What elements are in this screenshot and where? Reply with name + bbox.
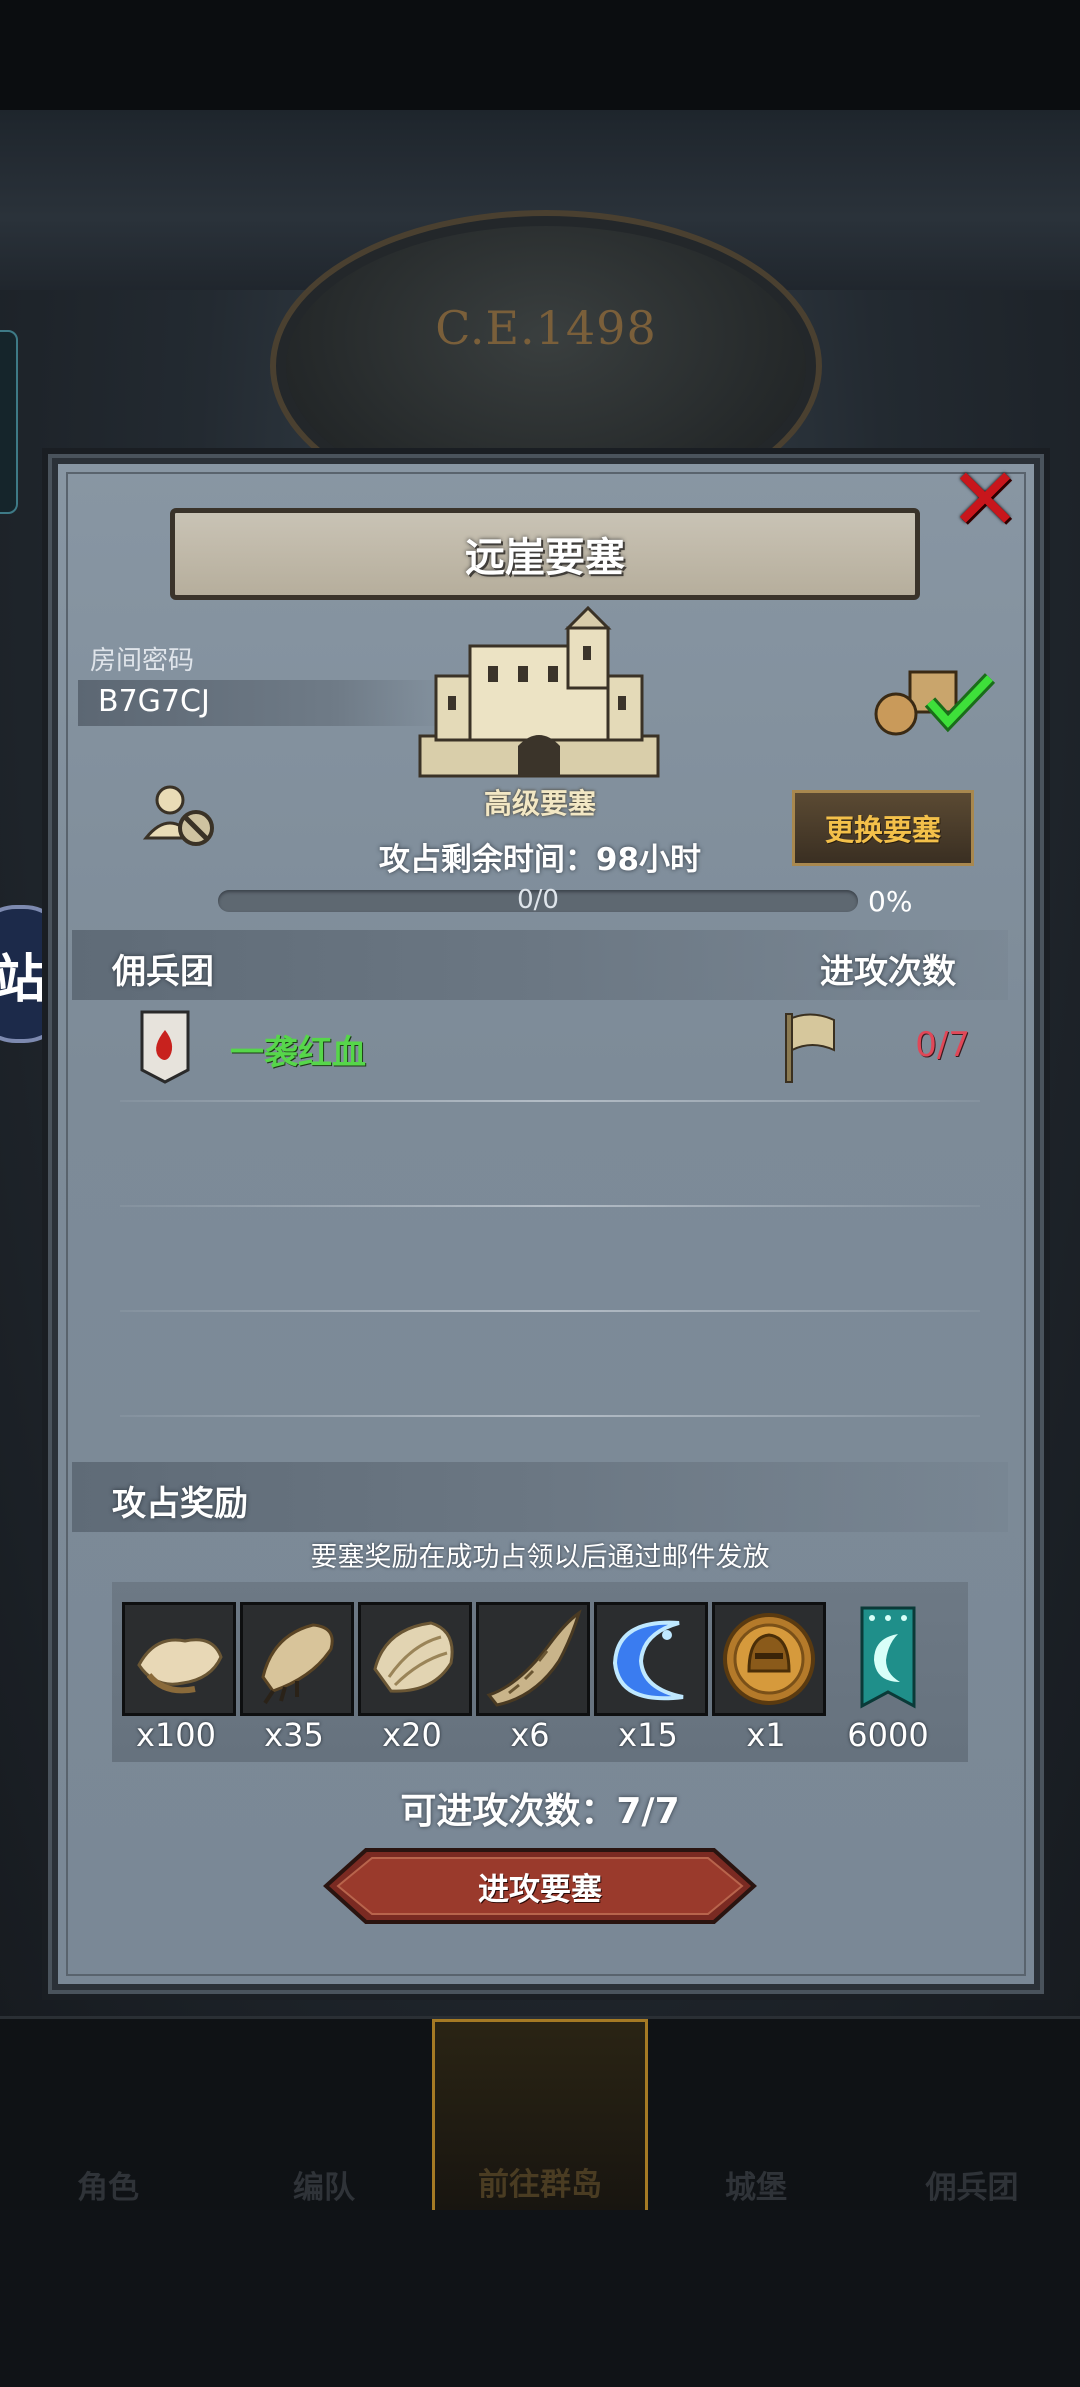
blue-crescent-icon bbox=[612, 1620, 684, 1701]
reward-qty: 6000 bbox=[847, 1716, 929, 1754]
reward-item-shell[interactable] bbox=[358, 1602, 472, 1716]
reward-qty: x35 bbox=[264, 1716, 324, 1754]
fur-pelt-icon bbox=[137, 1638, 223, 1694]
room-password-value: B7G7CJ bbox=[98, 684, 210, 719]
guild-emblem-icon bbox=[140, 1010, 190, 1084]
user-ban-icon[interactable] bbox=[140, 780, 220, 850]
fortress-type: 高级要塞 bbox=[483, 787, 596, 820]
nav-label: 角色 bbox=[77, 2170, 139, 2206]
nav-label: 编队 bbox=[293, 2170, 355, 2206]
reward-bag-icon[interactable] bbox=[870, 660, 1000, 740]
nav-item-character[interactable]: 角色 bbox=[0, 2019, 216, 2213]
change-fortress-button[interactable]: 更换要塞 bbox=[792, 790, 974, 866]
capture-time-remaining: 攻占剩余时间：98小时 bbox=[378, 842, 702, 878]
reward-qty: x20 bbox=[382, 1716, 442, 1754]
reward-qty: x6 bbox=[510, 1716, 550, 1754]
mercenary-section-title: 佣兵团 bbox=[112, 952, 214, 992]
attack-count-header: 进攻次数 bbox=[820, 952, 956, 992]
nav-item-formation[interactable]: 编队 bbox=[216, 2019, 432, 2213]
reward-item-crescent[interactable] bbox=[594, 1602, 708, 1716]
row-divider bbox=[120, 1310, 980, 1312]
reward-section-title: 攻占奖励 bbox=[112, 1484, 248, 1524]
reward-item-fur[interactable] bbox=[122, 1602, 236, 1716]
claw-icon bbox=[261, 1623, 334, 1705]
nav-item-mercenary[interactable]: 佣兵团 bbox=[864, 2019, 1080, 2213]
helmet-coin-icon bbox=[723, 1613, 815, 1705]
calendar-year: C.E.1498 bbox=[435, 301, 657, 355]
attack-fortress-button[interactable]: 进攻要塞 bbox=[322, 1846, 758, 1926]
dialog-title: 远崖要塞 bbox=[170, 508, 920, 600]
remaining-attacks: 可进攻次数：7/7 bbox=[400, 1791, 680, 1832]
bottom-band bbox=[0, 2210, 1080, 2387]
row-divider bbox=[120, 1100, 980, 1102]
flag-icon bbox=[785, 1013, 835, 1083]
reward-item-horn[interactable] bbox=[476, 1602, 590, 1716]
room-password-label: 房间密码 bbox=[90, 646, 195, 676]
capture-progress-percent: 0% bbox=[868, 885, 913, 918]
guild-attack-count: 0/7 bbox=[915, 1025, 970, 1065]
nav-label: 佣兵团 bbox=[925, 2170, 1019, 2206]
reward-qty: x1 bbox=[746, 1716, 786, 1754]
shell-icon bbox=[373, 1621, 454, 1693]
nav-item-castle[interactable]: 城堡 bbox=[648, 2019, 864, 2213]
horn-icon bbox=[486, 1609, 582, 1707]
reward-item-guild-banner[interactable] bbox=[834, 1602, 942, 1710]
left-edge-tab[interactable] bbox=[0, 330, 18, 514]
row-divider bbox=[120, 1415, 980, 1417]
nav-label: 前往群岛 bbox=[478, 2167, 602, 2203]
attack-button-label: 进攻要塞 bbox=[478, 1871, 602, 1908]
reward-qty: x15 bbox=[618, 1716, 678, 1754]
nav-label: 城堡 bbox=[725, 2170, 787, 2206]
close-icon: ✕ bbox=[948, 450, 1022, 550]
reward-note: 要塞奖励在成功占领以后通过邮件发放 bbox=[310, 1542, 770, 1573]
castle-icon bbox=[418, 606, 660, 778]
guild-banner-icon bbox=[860, 1606, 916, 1709]
reward-qty: x100 bbox=[135, 1716, 216, 1754]
reward-item-claw[interactable] bbox=[240, 1602, 354, 1716]
row-divider bbox=[120, 1205, 980, 1207]
reward-item-helmet-coin[interactable] bbox=[712, 1602, 826, 1716]
nav-item-islands[interactable]: 前往群岛 bbox=[432, 2019, 648, 2213]
close-button[interactable]: ✕ bbox=[940, 450, 1030, 550]
capture-progress-count: 0/0 bbox=[517, 885, 559, 915]
guild-name[interactable]: 一袭红血 bbox=[230, 1025, 366, 1074]
bottom-nav: 角色 编队 前往群岛 城堡 佣兵团 bbox=[0, 2016, 1080, 2213]
